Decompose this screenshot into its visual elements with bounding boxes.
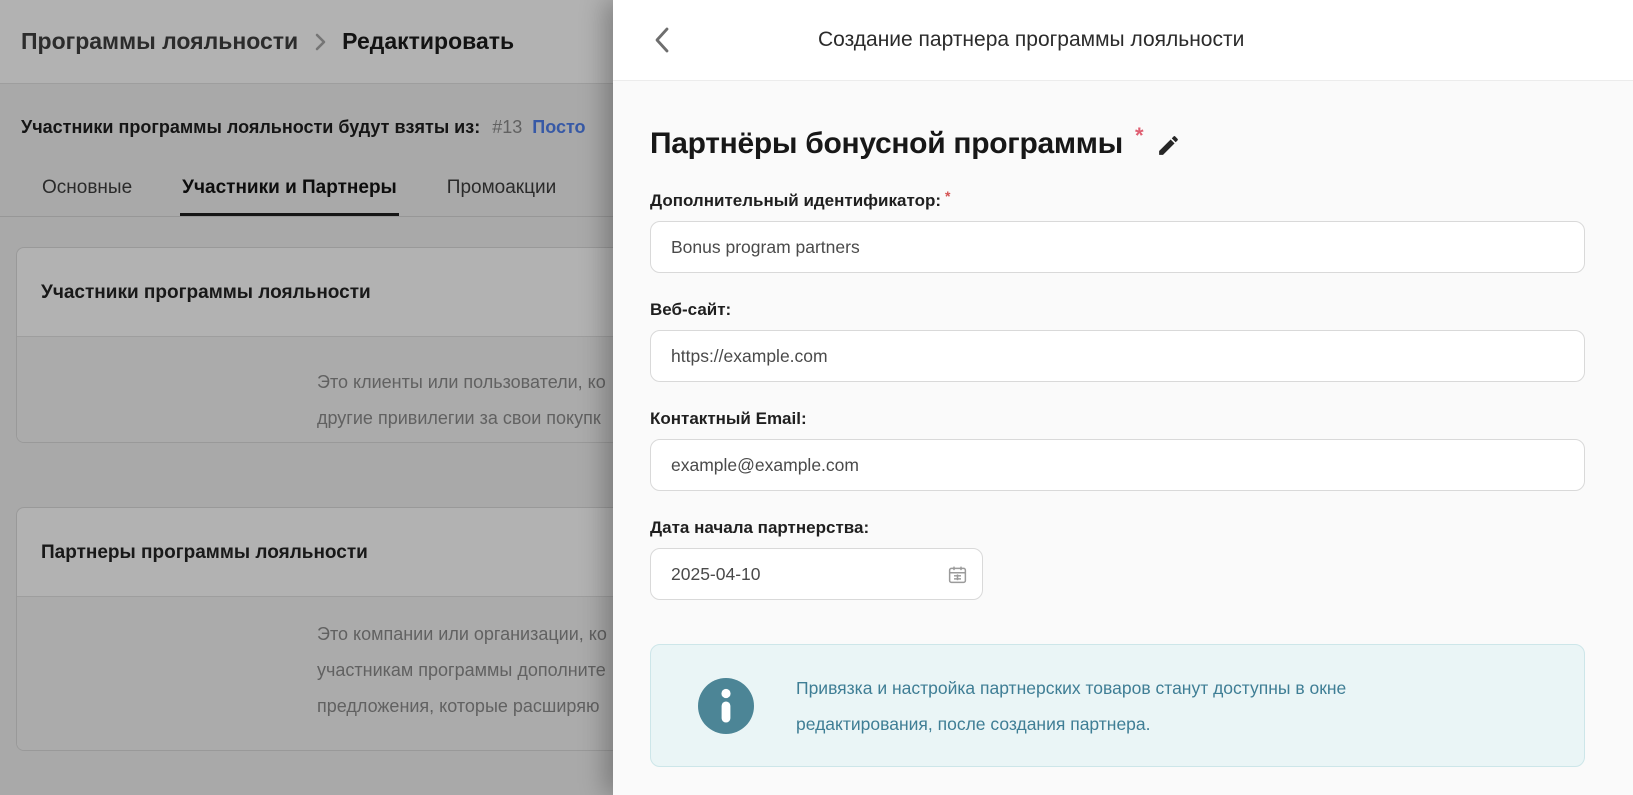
chevron-left-icon (650, 24, 674, 56)
create-partner-drawer: Создание партнера программы лояльности П… (613, 0, 1633, 795)
additional-identifier-input[interactable] (650, 221, 1585, 273)
info-banner: Привязка и настройка партнерских товаров… (650, 644, 1585, 767)
contact-email-input[interactable] (650, 439, 1585, 491)
required-asterisk: * (945, 188, 950, 204)
edit-heading-button[interactable] (1156, 133, 1181, 158)
field-label: Дата начала партнерства: (650, 518, 1585, 538)
info-text: Привязка и настройка партнерских товаров… (796, 670, 1346, 742)
field-label-text: Контактный Email: (650, 409, 807, 429)
field-label: Контактный Email: (650, 409, 1585, 429)
drawer-header: Создание партнера программы лояльности (613, 0, 1633, 81)
info-text-line: Привязка и настройка партнерских товаров… (796, 670, 1346, 706)
partner-group-heading: Партнёры бонусной программы (650, 127, 1123, 161)
field-label: Дополнительный идентификатор: * (650, 191, 1585, 211)
partnership-start-date-field: Дата начала партнерства: (650, 518, 1585, 600)
field-label-text: Дата начала партнерства: (650, 518, 869, 538)
drawer-body: Партнёры бонусной программы * Дополнител… (613, 81, 1633, 795)
drawer-title: Создание партнера программы лояльности (818, 28, 1244, 52)
field-label-text: Дополнительный идентификатор: (650, 191, 941, 211)
info-circle-icon (697, 677, 755, 735)
website-field: Веб-сайт: (650, 300, 1585, 382)
website-input[interactable] (650, 330, 1585, 382)
calendar-icon[interactable] (947, 564, 968, 585)
back-button[interactable] (643, 21, 681, 59)
contact-email-field: Контактный Email: (650, 409, 1585, 491)
pencil-icon (1156, 133, 1181, 158)
partnership-start-date-input[interactable] (650, 548, 983, 600)
info-text-line: редактирования, после создания партнера. (796, 706, 1346, 742)
field-label-text: Веб-сайт: (650, 300, 731, 320)
additional-identifier-field: Дополнительный идентификатор: * (650, 191, 1585, 273)
field-label: Веб-сайт: (650, 300, 1585, 320)
required-asterisk: * (1135, 123, 1144, 149)
heading-row: Партнёры бонусной программы * (650, 127, 1585, 161)
